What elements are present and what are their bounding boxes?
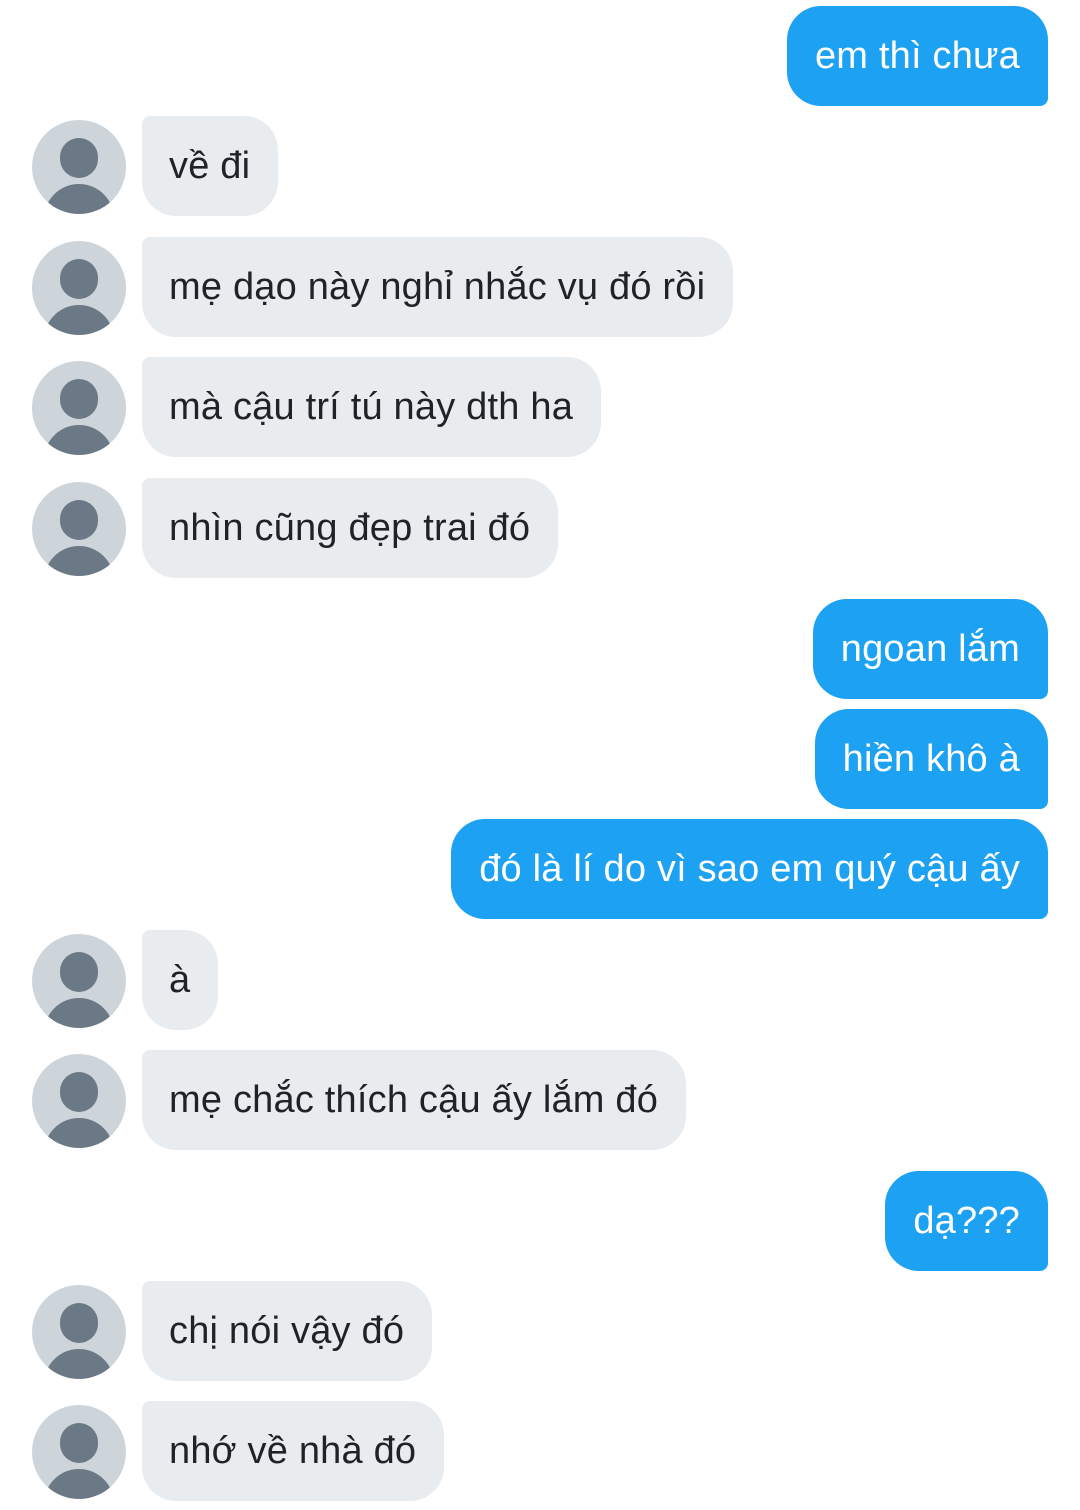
- incoming-message-bubble[interactable]: mà cậu trí tú này dth ha: [142, 357, 602, 457]
- message-row: ngoan lắm: [0, 599, 1080, 699]
- message-row: mà cậu trí tú này dth ha: [0, 357, 1080, 457]
- contact-avatar-icon[interactable]: [32, 1285, 126, 1379]
- contact-avatar-icon[interactable]: [32, 1405, 126, 1499]
- message-thread: em thì chưa về đi mẹ dạo này nghỉ nhắc v…: [0, 0, 1080, 1510]
- contact-avatar-icon[interactable]: [32, 934, 126, 1028]
- message-row: mẹ chắc thích cậu ấy lắm đó: [0, 1050, 1080, 1150]
- outgoing-message-bubble[interactable]: dạ???: [885, 1171, 1048, 1271]
- incoming-message-bubble[interactable]: về đi: [142, 116, 279, 216]
- outgoing-message-bubble[interactable]: hiền khô à: [814, 709, 1048, 809]
- incoming-message-bubble[interactable]: nhìn cũng đẹp trai đó: [142, 478, 559, 578]
- message-row: chị nói vậy đó: [0, 1281, 1080, 1381]
- message-row: à: [0, 930, 1080, 1030]
- contact-avatar-icon[interactable]: [32, 361, 126, 455]
- message-row: nhớ về nhà đó: [0, 1401, 1080, 1501]
- incoming-message-bubble[interactable]: nhớ về nhà đó: [142, 1401, 445, 1501]
- contact-avatar-icon[interactable]: [32, 241, 126, 335]
- contact-avatar-icon[interactable]: [32, 482, 126, 576]
- message-row: nhìn cũng đẹp trai đó: [0, 478, 1080, 578]
- message-row: về đi: [0, 116, 1080, 216]
- message-row: mẹ dạo này nghỉ nhắc vụ đó rồi: [0, 237, 1080, 337]
- outgoing-message-bubble[interactable]: ngoan lắm: [812, 599, 1048, 699]
- message-row: em thì chưa: [0, 6, 1080, 106]
- contact-avatar-icon[interactable]: [32, 120, 126, 214]
- outgoing-message-bubble[interactable]: đó là lí do vì sao em quý cậu ấy: [451, 819, 1048, 919]
- incoming-message-bubble[interactable]: chị nói vậy đó: [142, 1281, 433, 1381]
- contact-avatar-icon[interactable]: [32, 1054, 126, 1148]
- message-row: đó là lí do vì sao em quý cậu ấy: [0, 819, 1080, 919]
- outgoing-message-bubble[interactable]: em thì chưa: [786, 6, 1048, 106]
- incoming-message-bubble[interactable]: à: [142, 930, 219, 1030]
- incoming-message-bubble[interactable]: mẹ chắc thích cậu ấy lắm đó: [142, 1050, 687, 1150]
- incoming-message-bubble[interactable]: mẹ dạo này nghỉ nhắc vụ đó rồi: [142, 237, 734, 337]
- message-row: hiền khô à: [0, 709, 1080, 809]
- message-row: dạ???: [0, 1171, 1080, 1271]
